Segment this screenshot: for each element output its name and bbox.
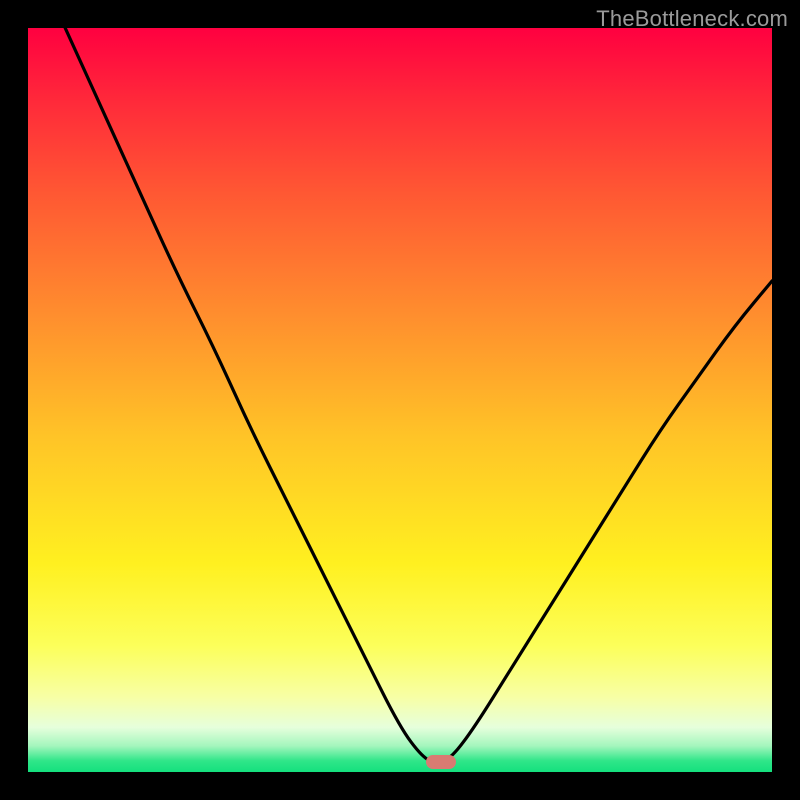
- chart-frame: TheBottleneck.com: [0, 0, 800, 800]
- watermark-text: TheBottleneck.com: [596, 6, 788, 32]
- curve-path: [65, 28, 772, 763]
- chart-plot-area: [28, 28, 772, 772]
- bottleneck-curve: [28, 28, 772, 772]
- optimal-marker: [426, 755, 456, 769]
